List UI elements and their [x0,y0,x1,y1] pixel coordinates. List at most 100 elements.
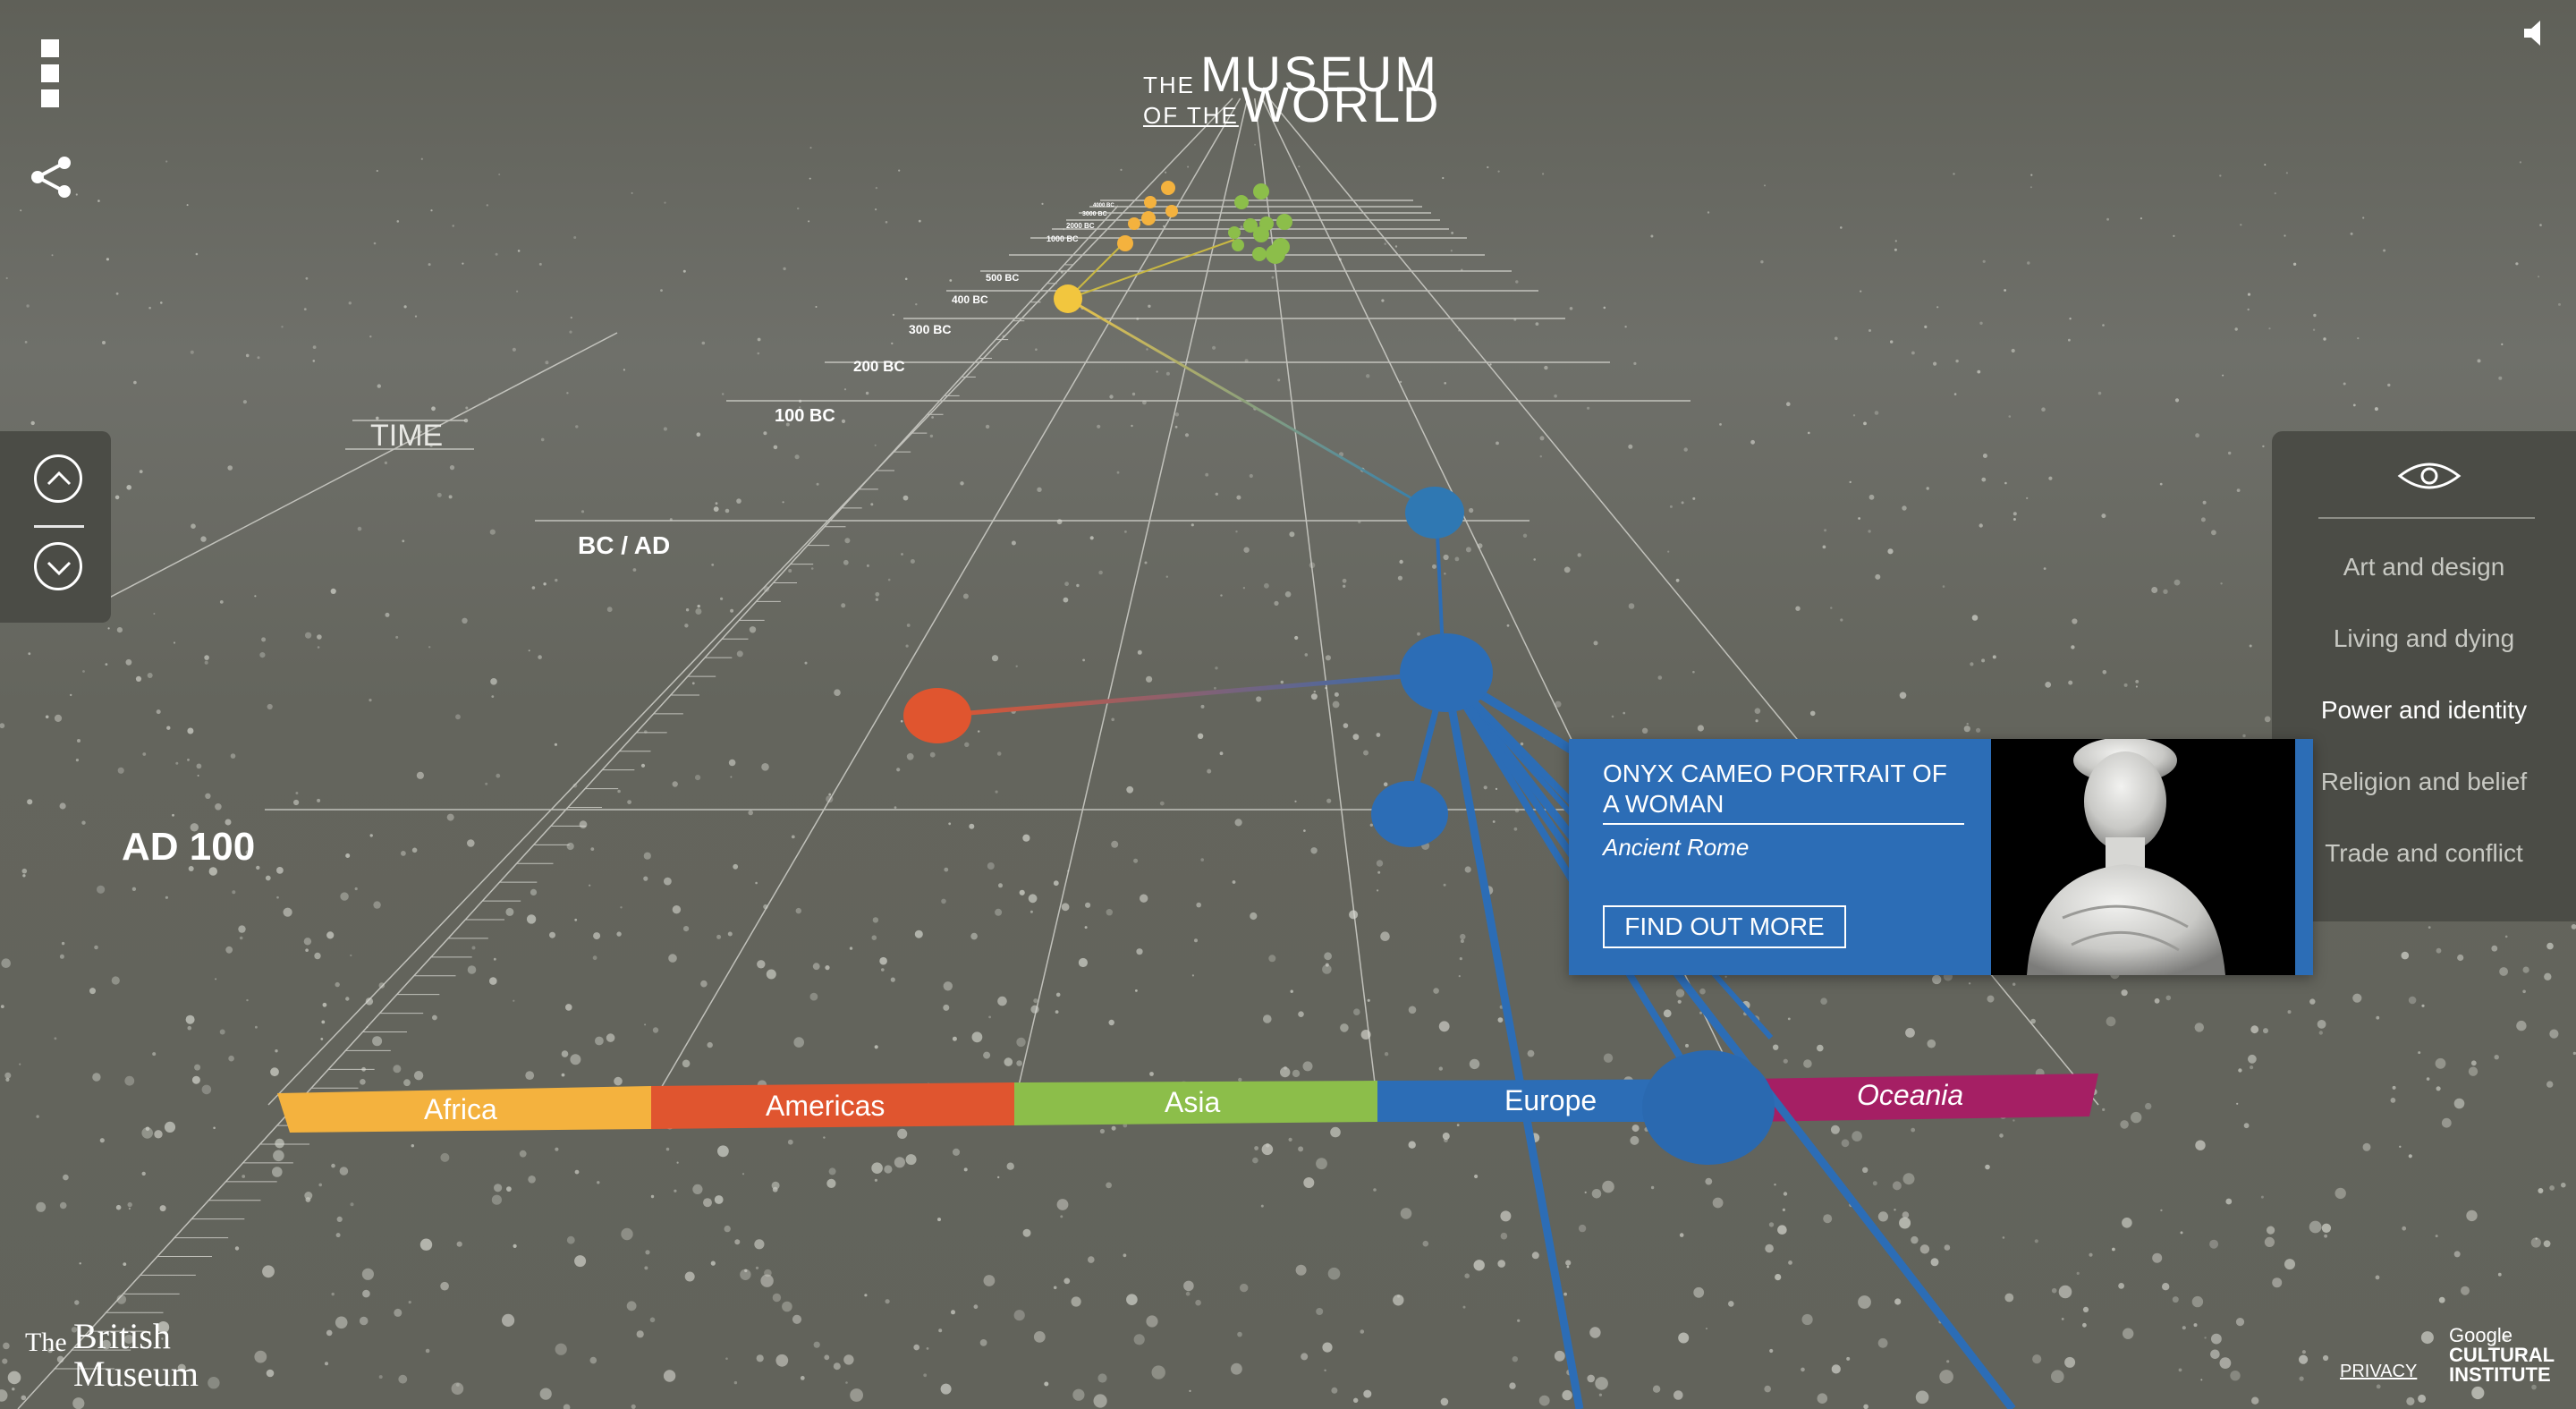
particle [1902,1211,1910,1218]
filter-trade-and-conflict[interactable]: Trade and conflict [2272,839,2576,868]
share-icon[interactable] [29,154,75,200]
particle [2004,289,2007,292]
time-down-button[interactable] [34,542,82,590]
particle [24,341,28,344]
particle [1313,690,1317,693]
particle [2222,374,2224,377]
particle [1384,242,1386,245]
particle [1394,245,1398,248]
particle [1298,1146,1304,1152]
particle [1874,411,1879,415]
particle [5,276,8,280]
particle [490,678,497,685]
particle [894,1157,906,1168]
particle [1324,1369,1326,1372]
particle [1563,566,1571,573]
particle [1764,184,1766,187]
object-info-card[interactable]: ONYX CAMEO PORTRAIT OF A WOMAN Ancient R… [1569,739,2313,975]
particle [36,1201,47,1212]
particle [428,646,431,649]
particle [555,1343,567,1355]
particle [944,867,949,872]
particle [1858,517,1861,520]
particle [1053,1286,1057,1290]
filter-art-and-design[interactable]: Art and design [2272,553,2576,581]
particle [644,1023,647,1026]
particle [262,1265,275,1278]
particle [2228,451,2232,455]
object-image[interactable] [1991,739,2295,975]
particle [238,925,246,933]
particle [2418,1394,2427,1403]
particle [2546,942,2554,950]
particle [1442,1133,1450,1140]
particle [566,842,574,851]
speaker-icon[interactable] [2521,18,2551,48]
particle [2399,1145,2402,1149]
find-out-more-button[interactable]: FIND OUT MORE [1603,905,1846,948]
particle [59,802,66,810]
particle [1517,1319,1521,1322]
particle [2249,644,2252,648]
particle [865,391,869,395]
particle [1343,584,1346,588]
filter-living-and-dying[interactable]: Living and dying [2272,624,2576,653]
particle [898,169,901,172]
particle [543,582,547,586]
british-museum-logo[interactable]: The British Museum [25,1315,222,1394]
particle [117,767,124,774]
particle [979,1339,987,1346]
particle [225,946,233,954]
particle [74,1300,80,1305]
particle [2240,224,2242,226]
particle [398,1374,408,1384]
particle [413,1071,424,1081]
particle [1126,1294,1138,1305]
particle [1773,1044,1779,1050]
particle [516,290,519,293]
particle [446,813,454,821]
google-cultural-institute-logo[interactable]: Google CULTURAL INSTITUTE [2449,1326,2565,1388]
particle [1464,1273,1470,1278]
particle [1966,723,1969,726]
particle [1196,902,1201,908]
menu-icon[interactable] [41,39,64,116]
particle [396,220,400,223]
theme-filter-panel: Art and design Living and dying Power an… [2272,431,2576,921]
particle [1674,1390,1683,1400]
privacy-link[interactable]: PRIVACY [2340,1362,2417,1382]
particle [2068,338,2071,342]
museum-of-the-world-logo[interactable]: THE MUSEUM OF THE WORLD [1143,36,1438,130]
particle [733,863,739,870]
particle [1566,1265,1570,1269]
particle [1569,307,1573,310]
particle [1422,1240,1429,1247]
particle [2421,1004,2425,1007]
particle [1936,306,1939,309]
particle [440,1281,449,1291]
time-up-button[interactable] [34,454,82,503]
particle [1755,719,1758,723]
particle [941,898,946,904]
particle [1955,359,1959,363]
particle [766,969,776,980]
particle [283,907,292,917]
particle [79,1262,81,1265]
particle [1977,369,1981,374]
timeline-scene[interactable] [0,0,2576,1409]
filter-power-and-identity[interactable]: Power and identity [2272,696,2576,725]
particle [2135,685,2138,688]
particle [2219,1357,2232,1369]
particle [952,1148,961,1156]
filter-religion-and-belief[interactable]: Religion and belief [2272,768,2576,796]
particle [1801,1367,1805,1372]
particle [2309,1220,2322,1234]
particle [320,1038,324,1040]
eye-icon[interactable] [2397,458,2462,494]
particle [394,1308,402,1317]
particle [725,1357,728,1360]
particle [565,1004,572,1011]
particle [2220,582,2223,585]
particle [823,1136,826,1139]
particle [995,790,998,794]
